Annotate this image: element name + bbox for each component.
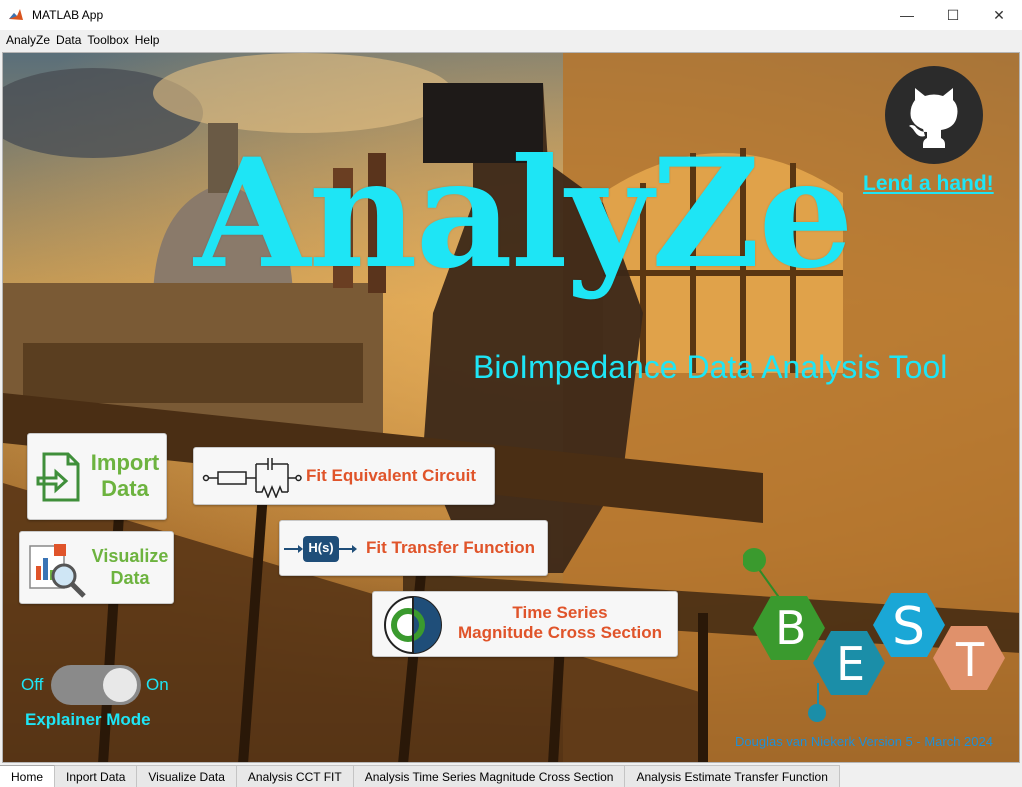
fit-tf-label: Fit Transfer Function [366,538,536,557]
tab-analysis-cct-fit[interactable]: Analysis CCT FIT [236,765,354,787]
import-file-icon [36,452,80,502]
ts-label-line1: Time Series [512,603,608,622]
explainer-mode-toggle[interactable] [51,665,141,705]
minimize-icon: — [900,7,914,23]
minimize-button[interactable]: — [884,0,930,30]
github-button[interactable] [885,66,983,164]
toggle-on-label: On [146,675,169,694]
menu-data[interactable]: Data [53,33,84,47]
version-text: Douglas van Niekerk Version 5 - March 20… [735,734,993,749]
title-bar: MATLAB App — ☐ ✕ [0,0,1022,30]
best-letter-b: B [775,601,807,655]
best-letter-t: T [956,633,985,687]
tab-analysis-transfer-function[interactable]: Analysis Estimate Transfer Function [625,765,840,787]
import-data-button[interactable]: Import Data [27,433,167,520]
tab-visualize-data[interactable]: Visualize Data [137,765,237,787]
tab-bar: Home Inport Data Visualize Data Analysis… [0,765,1022,787]
cross-section-icon [384,596,442,654]
matlab-icon [8,7,24,23]
ts-label-line2: Magnitude Cross Section [457,623,663,643]
home-panel: Lend a hand! AnalyZe BioImpedance Data A… [2,52,1020,763]
menu-help[interactable]: Help [132,33,163,47]
maximize-button[interactable]: ☐ [930,0,976,30]
magnifier-chart-icon [29,544,86,598]
visualize-data-button[interactable]: Visualize Data [19,531,174,604]
toggle-off-label: Off [21,675,44,694]
tab-import-data[interactable]: Inport Data [55,765,138,787]
menu-analyze[interactable]: AnalyZe [3,33,53,47]
github-icon [909,88,958,148]
time-series-cross-section-button[interactable]: Time Series Magnitude Cross Section [372,591,678,657]
menu-bar: AnalyZe Data Toolbox Help [0,30,1022,50]
transfer-function-icon-text: H(s) [308,540,334,555]
app-subtitle: BioImpedance Data Analysis Tool [473,349,948,385]
visualize-label-line1: Visualize [91,546,169,566]
circuit-icon [202,458,302,498]
tab-analysis-time-series[interactable]: Analysis Time Series Magnitude Cross Sec… [353,765,626,787]
maximize-icon: ☐ [946,6,960,23]
tab-home[interactable]: Home [0,765,56,787]
explainer-mode-label: Explainer Mode [25,710,151,729]
visualize-label-line2: Data [110,567,150,588]
import-label-line2: Data [101,476,149,502]
app-title: AnalyZe [194,126,854,302]
close-icon: ✕ [993,6,1005,23]
menu-toolbox[interactable]: Toolbox [84,33,131,47]
best-letter-s: S [892,597,926,657]
fit-transfer-function-button[interactable]: H(s) Fit Transfer Function [279,520,548,576]
import-label-line1: Import [90,450,160,475]
fit-equivalent-circuit-button[interactable]: Fit Equivalent Circuit [193,447,495,505]
close-button[interactable]: ✕ [976,0,1022,30]
window-title: MATLAB App [32,8,104,22]
best-letter-e: E [836,637,866,691]
toggle-knob [103,668,137,702]
fit-cct-label: Fit Equivalent Circuit [306,466,477,485]
